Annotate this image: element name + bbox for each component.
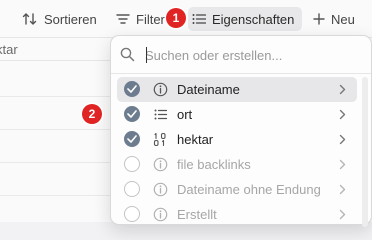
row-divider xyxy=(0,96,120,97)
info-icon xyxy=(153,207,168,222)
list-icon xyxy=(154,109,168,120)
unchecked-icon[interactable] xyxy=(124,181,140,197)
property-label: Dateiname xyxy=(177,82,240,97)
checked-icon[interactable] xyxy=(124,106,140,122)
table-background: ktar xyxy=(0,38,120,222)
row-divider xyxy=(0,195,120,196)
toolbar: Sortieren Filter Eigenschaften Neu xyxy=(0,0,372,38)
property-label: Dateiname ohne Endung xyxy=(177,182,321,197)
property-search xyxy=(111,36,371,74)
property-item-file-backlinks[interactable]: file backlinks xyxy=(117,152,357,177)
unchecked-icon[interactable] xyxy=(124,156,140,172)
filter-label: Filter xyxy=(136,11,165,27)
property-item-hektar[interactable]: hektar xyxy=(117,127,357,152)
info-icon xyxy=(153,157,168,172)
annotation-badge-2: 2 xyxy=(82,104,102,124)
chevron-right-icon xyxy=(339,209,346,220)
unchecked-icon[interactable] xyxy=(124,206,140,222)
property-item-erstellt[interactable]: Erstellt xyxy=(117,202,357,227)
chevron-right-icon xyxy=(339,159,346,170)
chevron-right-icon xyxy=(339,109,346,120)
chevron-right-icon xyxy=(339,134,346,145)
info-icon xyxy=(153,82,168,97)
row-divider xyxy=(0,129,120,130)
property-label: ort xyxy=(177,107,193,122)
app-window: Sortieren Filter Eigenschaften Neu tar S… xyxy=(0,0,372,227)
chevron-right-icon xyxy=(339,84,346,95)
annotation-badge-1: 1 xyxy=(166,8,186,28)
new-button[interactable]: Neu xyxy=(313,7,355,31)
sort-arrows-icon xyxy=(22,13,37,25)
plus-icon xyxy=(313,13,325,25)
checked-icon[interactable] xyxy=(124,131,140,147)
row-divider xyxy=(0,162,120,163)
column-header-label: ktar xyxy=(0,42,18,57)
property-item-dateiname[interactable]: Dateiname xyxy=(117,77,357,102)
property-label: Erstellt xyxy=(177,207,217,222)
text-cursor xyxy=(146,47,147,63)
checked-icon[interactable] xyxy=(124,81,140,97)
properties-button[interactable]: Eigenschaften xyxy=(188,7,303,31)
sort-label: Sortieren xyxy=(44,11,97,27)
info-icon xyxy=(153,182,168,197)
property-item-ort[interactable]: ort xyxy=(117,102,357,127)
sort-button[interactable]: Sortieren xyxy=(22,7,97,31)
properties-label: Eigenschaften xyxy=(212,11,295,27)
list-icon xyxy=(192,14,206,24)
number-icon xyxy=(153,132,166,147)
properties-dropdown: Dateiname ort xyxy=(110,35,372,227)
property-label: file backlinks xyxy=(177,157,251,172)
scrollbar[interactable] xyxy=(362,77,368,227)
column-header[interactable]: ktar xyxy=(0,38,120,61)
search-icon xyxy=(120,47,135,62)
new-label: Neu xyxy=(331,11,355,27)
property-item-dateiname-ohne-endung[interactable]: Dateiname ohne Endung xyxy=(117,177,357,202)
search-input[interactable] xyxy=(145,45,355,65)
filter-button[interactable]: Filter xyxy=(116,7,165,31)
filter-icon xyxy=(116,14,130,24)
property-label: hektar xyxy=(177,132,214,147)
chevron-right-icon xyxy=(339,184,346,195)
